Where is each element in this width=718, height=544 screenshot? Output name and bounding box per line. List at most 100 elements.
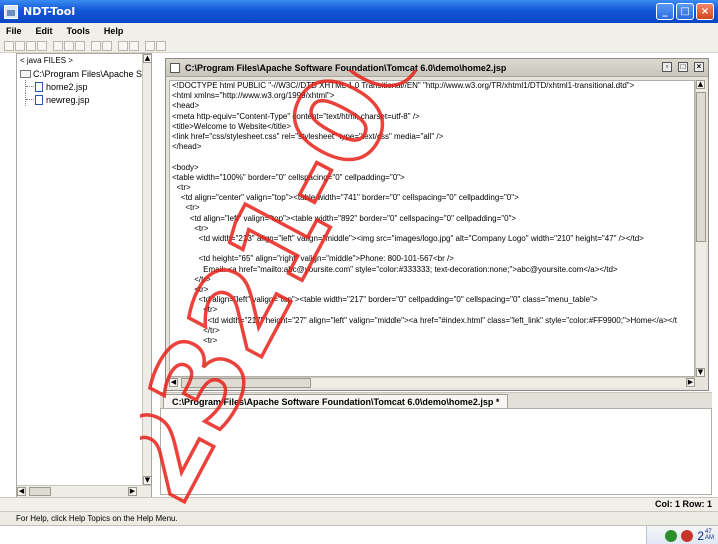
window-controls: _ □ × bbox=[656, 3, 714, 20]
toolbar-button[interactable] bbox=[26, 40, 36, 51]
tree-root-label: C:\Program Files\Apache Sof bbox=[33, 68, 150, 79]
tree-file-home2[interactable]: home2.jsp bbox=[17, 80, 151, 93]
tree-root-folder[interactable]: C:\Program Files\Apache Sof bbox=[17, 67, 151, 80]
taskbar: 2 47 AM bbox=[0, 525, 718, 544]
editor-frame-controls: ▫ □ × bbox=[662, 62, 704, 72]
toolbar-button[interactable] bbox=[129, 40, 139, 51]
clock-ampm: AM bbox=[705, 534, 714, 541]
maximize-icon[interactable]: □ bbox=[678, 62, 688, 72]
code-line: <tr> bbox=[172, 203, 200, 213]
scroll-left-arrow-icon[interactable]: ◀ bbox=[17, 487, 26, 496]
system-tray: 2 47 AM bbox=[646, 526, 718, 544]
code-line: <meta http-equiv="Content-Type" content=… bbox=[172, 111, 420, 121]
window-titlebar: NDT-Tool _ □ × bbox=[0, 0, 718, 23]
tree-header: < java FILES > bbox=[20, 56, 73, 65]
network-icon[interactable] bbox=[665, 529, 678, 542]
document-icon bbox=[170, 62, 180, 73]
file-tree-panel: < java FILES > C:\Program Files\Apache S… bbox=[16, 53, 152, 498]
editor-titlebar: C:\Program Files\Apache Software Foundat… bbox=[166, 59, 708, 77]
menu-bar: File Edit Tools Help bbox=[0, 23, 718, 39]
toolbar-button[interactable] bbox=[15, 40, 25, 51]
scroll-right-arrow-icon[interactable]: ▶ bbox=[128, 487, 137, 496]
scroll-thumb[interactable] bbox=[29, 487, 51, 496]
toolbar-button[interactable] bbox=[53, 40, 63, 51]
toolbar-button[interactable] bbox=[156, 40, 166, 51]
clock-hour: 2 bbox=[697, 528, 704, 543]
toolbar bbox=[0, 39, 718, 53]
code-line: </tr> bbox=[172, 325, 220, 335]
code-line: <tr> bbox=[172, 183, 191, 193]
menu-help[interactable]: Help bbox=[98, 26, 132, 36]
folder-icon bbox=[20, 69, 31, 78]
status-bar: Col: 1 Row: 1 bbox=[0, 497, 718, 511]
toolbar-button[interactable] bbox=[91, 40, 101, 51]
clock[interactable]: 2 47 AM bbox=[697, 529, 714, 543]
cursor-position: Col: 1 Row: 1 bbox=[654, 499, 712, 509]
tree-file-label: newreg.jsp bbox=[46, 94, 90, 105]
scroll-down-arrow-icon[interactable]: ▼ bbox=[696, 368, 705, 377]
iconify-icon[interactable]: ▫ bbox=[662, 62, 672, 72]
menu-edit[interactable]: Edit bbox=[30, 26, 61, 36]
scroll-down-arrow-icon[interactable]: ▼ bbox=[143, 476, 152, 485]
security-icon[interactable] bbox=[681, 529, 694, 542]
editor-window: C:\Program Files\Apache Software Foundat… bbox=[165, 58, 709, 391]
scroll-up-arrow-icon[interactable]: ▲ bbox=[696, 80, 705, 89]
close-icon[interactable]: × bbox=[694, 62, 704, 72]
tab-home2-jsp[interactable]: C:\Program Files\Apache Software Foundat… bbox=[163, 394, 509, 409]
code-line: <!DOCTYPE html PUBLIC "-//W3C//DTD XHTML… bbox=[172, 81, 635, 90]
code-line: <td width="213" align="left" valign="mid… bbox=[172, 234, 644, 244]
window-title: NDT-Tool bbox=[23, 5, 76, 18]
toolbar-button[interactable] bbox=[37, 40, 47, 51]
app-icon bbox=[4, 4, 18, 19]
code-line: <td align="left" valign="top"><table wid… bbox=[172, 295, 598, 305]
code-line: <td align="center" valign="top"><table w… bbox=[172, 193, 519, 203]
code-line: <td height="65" align="right" valign="mi… bbox=[172, 254, 454, 264]
output-pane[interactable] bbox=[160, 408, 712, 495]
code-line: <link href="css/stylesheet.css" rel="sty… bbox=[172, 132, 444, 142]
code-line: <table width="100%" border="0" cellspaci… bbox=[172, 172, 405, 182]
toolbar-button[interactable] bbox=[75, 40, 85, 51]
toolbar-button[interactable] bbox=[118, 40, 128, 51]
code-line: <tr> bbox=[172, 336, 218, 346]
code-line: </tr> bbox=[172, 274, 211, 284]
maximize-button[interactable]: □ bbox=[676, 3, 694, 20]
tree-file-newreg[interactable]: newreg.jsp bbox=[17, 93, 151, 106]
scroll-right-arrow-icon[interactable]: ▶ bbox=[686, 378, 695, 387]
code-line: <tr> bbox=[172, 305, 218, 315]
file-icon bbox=[35, 81, 43, 92]
document-tab-strip: C:\Program Files\Apache Software Foundat… bbox=[160, 392, 712, 409]
code-vertical-scrollbar[interactable]: ▲ ▼ bbox=[695, 80, 706, 377]
tree-vertical-scrollbar[interactable]: ▲ ▼ bbox=[142, 54, 152, 485]
code-line: <body> bbox=[172, 162, 199, 172]
scroll-left-arrow-icon[interactable]: ◀ bbox=[169, 378, 178, 387]
minimize-button[interactable]: _ bbox=[656, 3, 674, 20]
scroll-thumb[interactable] bbox=[696, 92, 706, 242]
file-icon bbox=[35, 94, 43, 105]
scroll-up-arrow-icon[interactable]: ▲ bbox=[143, 54, 152, 63]
code-line: <html xmlns="http://www.w3.org/1999/xhtm… bbox=[172, 91, 335, 101]
code-line: <td align="left" valign="top"><table wid… bbox=[172, 213, 517, 223]
tree-horizontal-scrollbar[interactable]: ◀ ▶ bbox=[17, 485, 151, 497]
scroll-thumb[interactable] bbox=[181, 378, 311, 388]
menu-file[interactable]: File bbox=[0, 26, 30, 36]
code-line: </head> bbox=[172, 142, 202, 152]
menu-tools[interactable]: Tools bbox=[61, 26, 98, 36]
help-status-line: For Help, click Help Topics on the Help … bbox=[0, 511, 718, 525]
code-editor[interactable]: <!DOCTYPE html PUBLIC "-//W3C//DTD XHTML… bbox=[169, 80, 695, 377]
toolbar-button[interactable] bbox=[102, 40, 112, 51]
code-horizontal-scrollbar[interactable]: ◀ ▶ bbox=[169, 377, 695, 388]
toolbar-button[interactable] bbox=[4, 40, 14, 51]
code-line: <head> bbox=[172, 101, 200, 111]
code-line: <tr> bbox=[172, 285, 209, 295]
toolbar-button[interactable] bbox=[64, 40, 74, 51]
code-line: <td width="217" height="27" align="left"… bbox=[172, 315, 677, 325]
code-line: <title>Welcome to Website</title> bbox=[172, 121, 291, 131]
code-line: Email: <a href="mailto:abc@yoursite.com"… bbox=[172, 264, 618, 274]
tree-file-label: home2.jsp bbox=[46, 81, 88, 92]
editor-title: C:\Program Files\Apache Software Foundat… bbox=[185, 62, 507, 73]
toolbar-button[interactable] bbox=[145, 40, 155, 51]
close-button[interactable]: × bbox=[696, 3, 714, 20]
code-line: <tr> bbox=[172, 223, 209, 233]
